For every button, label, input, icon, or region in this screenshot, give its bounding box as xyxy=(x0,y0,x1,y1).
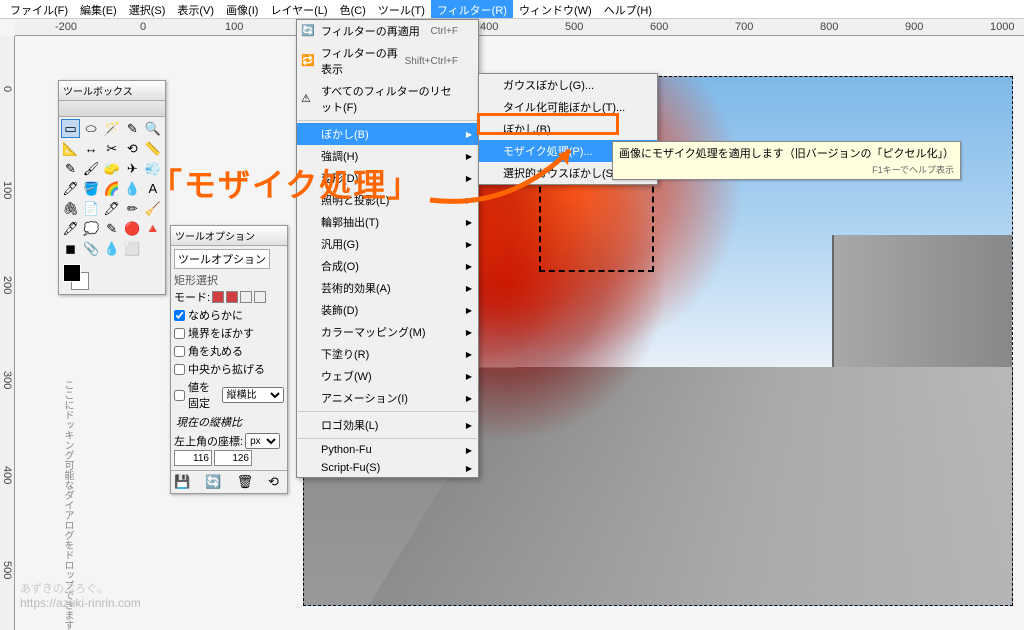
tab-tool-options[interactable]: ツールオプション xyxy=(174,249,270,269)
watermark: あずきのぶろぐ。 https://azuki-rinrin.com xyxy=(20,580,141,610)
ruler-vertical: 0100200300400500 xyxy=(0,36,15,630)
tool-31[interactable]: 📎 xyxy=(82,239,101,258)
tooltip-footer: F1キーでヘルプ表示 xyxy=(619,163,954,176)
mode-add-icon[interactable] xyxy=(226,291,238,303)
menubar: ファイル(F)編集(E)選択(S)表示(V)画像(I)レイヤー(L)色(C)ツー… xyxy=(0,0,1024,19)
menu-item[interactable]: Python-Fu xyxy=(297,441,478,459)
tool-13[interactable]: ✈ xyxy=(123,159,142,178)
submenu-item[interactable]: ガウスぼかし(G)... xyxy=(479,74,657,96)
tool-options-panel: ツールオプション ツールオプション 矩形選択 モード: なめらかに 境界をぼかす… xyxy=(170,225,288,494)
menu-item[interactable]: カラーマッピング(M) xyxy=(297,321,478,343)
tool-25[interactable]: 🖋 xyxy=(61,219,80,238)
tool-10[interactable]: ✎ xyxy=(61,159,80,178)
menu-7[interactable]: ツール(T) xyxy=(372,0,431,18)
delete-icon[interactable]: 🗑 xyxy=(237,474,253,490)
menu-item[interactable]: 🔄フィルターの再適用Ctrl+F xyxy=(297,20,478,42)
toolbox-tabs[interactable] xyxy=(59,101,165,117)
tool-27[interactable]: ✎ xyxy=(102,219,121,238)
tool-26[interactable]: 💭 xyxy=(82,219,101,238)
menu-1[interactable]: 編集(E) xyxy=(74,0,123,18)
callout-text: 「モザイク処理」 xyxy=(150,160,421,206)
watermark-url: https://azuki-rinrin.com xyxy=(20,596,141,610)
pos-x-input[interactable] xyxy=(174,450,212,466)
filter-menu: 🔄フィルターの再適用Ctrl+F🔁フィルターの再表示Shift+Ctrl+F⚠す… xyxy=(296,19,479,478)
menu-item[interactable]: 下塗り(R) xyxy=(297,343,478,365)
revert-icon[interactable]: 🔄 xyxy=(205,474,221,490)
menu-3[interactable]: 表示(V) xyxy=(171,0,220,18)
tool-7[interactable]: ✂ xyxy=(102,139,121,158)
menu-item[interactable]: Script-Fu(S) xyxy=(297,459,478,477)
options-footer: 💾 🔄 🗑 ⟲ xyxy=(171,470,287,493)
feather-checkbox[interactable]: 境界をぼかす xyxy=(174,324,284,342)
ratio-label: 現在の縦横比 xyxy=(174,412,284,432)
menu-item[interactable]: 汎用(G) xyxy=(297,233,478,255)
tool-8[interactable]: ⟲ xyxy=(123,139,142,158)
reset-icon[interactable]: ⟲ xyxy=(268,474,284,490)
antialias-checkbox[interactable]: なめらかに xyxy=(174,306,284,324)
menu-item[interactable]: アニメーション(I) xyxy=(297,387,478,409)
mode-row: モード: xyxy=(174,289,284,305)
ruler-horizontal: -20001002003004005006007008009001000 xyxy=(15,19,1024,36)
tool-12[interactable]: 🧽 xyxy=(102,159,121,178)
unit-select[interactable]: px xyxy=(245,433,280,449)
menu-10[interactable]: ヘルプ(H) xyxy=(598,0,658,18)
tool-4[interactable]: 🔍 xyxy=(143,119,162,138)
tool-16[interactable]: 🪣 xyxy=(82,179,101,198)
pos-y-input[interactable] xyxy=(214,450,252,466)
tool-11[interactable]: 🖌 xyxy=(82,159,101,178)
tooltip-text: 画像にモザイク処理を適用します（旧バージョンの「ピクセル化」） xyxy=(619,145,954,161)
tool-5[interactable]: 📐 xyxy=(61,139,80,158)
mode-replace-icon[interactable] xyxy=(212,291,224,303)
menu-item[interactable]: ウェブ(W) xyxy=(297,365,478,387)
menu-4[interactable]: 画像(I) xyxy=(220,0,264,18)
menu-2[interactable]: 選択(S) xyxy=(123,0,172,18)
tool-28[interactable]: 🔴 xyxy=(123,219,142,238)
mode-sub-icon[interactable] xyxy=(240,291,252,303)
tool-21[interactable]: 📄 xyxy=(82,199,101,218)
fixed-checkbox[interactable]: 値を固定 縦横比 xyxy=(174,378,284,412)
tool-1[interactable]: ⬭ xyxy=(82,119,101,138)
section-label: 矩形選択 xyxy=(174,272,284,288)
tool-15[interactable]: 🖊 xyxy=(61,179,80,198)
tool-2[interactable]: 🪄 xyxy=(102,119,121,138)
menu-item[interactable]: 芸術的効果(A) xyxy=(297,277,478,299)
tool-options-title: ツールオプション xyxy=(171,226,287,246)
tool-3[interactable]: ✎ xyxy=(123,119,142,138)
menu-item[interactable]: 🔁フィルターの再表示Shift+Ctrl+F xyxy=(297,42,478,80)
callout-arrow xyxy=(420,130,600,220)
tool-0[interactable]: ▭ xyxy=(61,119,80,138)
menu-item[interactable]: ⚠すべてのフィルターのリセット(F) xyxy=(297,80,478,118)
menu-8[interactable]: フィルター(R) xyxy=(431,0,513,18)
round-checkbox[interactable]: 角を丸める xyxy=(174,342,284,360)
menu-0[interactable]: ファイル(F) xyxy=(4,0,74,18)
tooltip: 画像にモザイク処理を適用します（旧バージョンの「ピクセル化」） F1キーでヘルプ… xyxy=(612,141,961,180)
expand-checkbox[interactable]: 中央から拡げる xyxy=(174,360,284,378)
watermark-name: あずきのぶろぐ。 xyxy=(20,580,141,596)
tool-18[interactable]: 💧 xyxy=(123,179,142,198)
tool-30[interactable]: ◼ xyxy=(61,239,80,258)
position-label: 左上角の座標: xyxy=(174,433,243,449)
menu-9[interactable]: ウィンドウ(W) xyxy=(513,0,598,18)
fixed-select[interactable]: 縦横比 xyxy=(222,387,284,403)
submenu-item[interactable]: タイル化可能ぼかし(T)... xyxy=(479,96,657,118)
tool-20[interactable]: 🖇 xyxy=(61,199,80,218)
tool-32[interactable]: 💧 xyxy=(102,239,121,258)
color-swatch[interactable] xyxy=(59,260,165,294)
menu-item[interactable]: 合成(O) xyxy=(297,255,478,277)
toolbox-title: ツールボックス xyxy=(59,81,165,101)
tool-33[interactable]: ⬜ xyxy=(123,239,142,258)
menu-5[interactable]: レイヤー(L) xyxy=(264,0,333,18)
foreground-color[interactable] xyxy=(63,264,81,282)
tool-23[interactable]: ✏ xyxy=(123,199,142,218)
menu-item[interactable]: ロゴ効果(L) xyxy=(297,414,478,436)
menu-item[interactable]: 装飾(D) xyxy=(297,299,478,321)
tool-22[interactable]: 🖊 xyxy=(102,199,121,218)
tool-6[interactable]: ↔ xyxy=(82,139,101,158)
save-icon[interactable]: 💾 xyxy=(174,474,190,490)
tool-9[interactable]: 📏 xyxy=(143,139,162,158)
mode-intersect-icon[interactable] xyxy=(254,291,266,303)
menu-6[interactable]: 色(C) xyxy=(334,0,372,18)
tool-17[interactable]: 🌈 xyxy=(102,179,121,198)
tool-29[interactable]: 🔺 xyxy=(143,219,162,238)
